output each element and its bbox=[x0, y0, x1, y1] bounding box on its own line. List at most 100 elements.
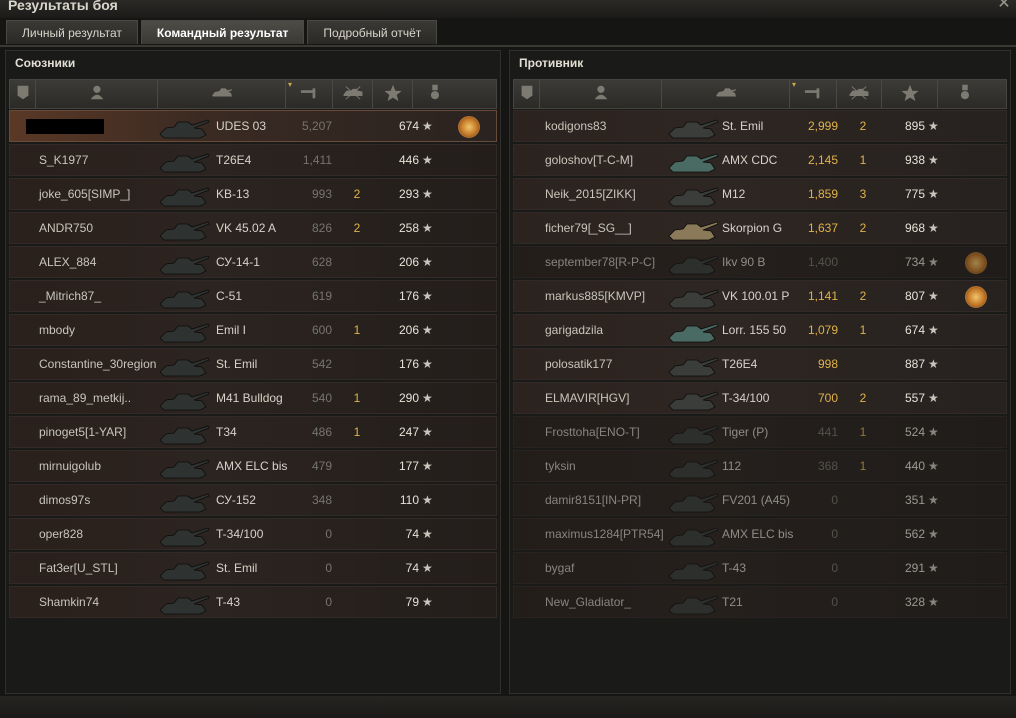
tab-team-result[interactable]: Командный результат bbox=[140, 20, 305, 44]
player-row[interactable]: ALEX_884 СУ-14-1 628 206 ★ bbox=[9, 246, 497, 278]
xp-star-icon: ★ bbox=[422, 561, 433, 575]
player-row[interactable]: Neik_2015[ZIKK] M12 1,859 3 775 ★ bbox=[513, 178, 1007, 210]
player-row[interactable]: dimos97s СУ-152 348 110 ★ bbox=[9, 484, 497, 516]
tank-level-icon bbox=[516, 83, 538, 105]
tank-icon bbox=[156, 420, 210, 446]
tank-name: T26E4 bbox=[216, 153, 252, 167]
xp-value: 734 bbox=[904, 255, 925, 269]
medal-icon[interactable] bbox=[965, 286, 987, 308]
player-row[interactable]: markus885[KMVP] VK 100.01 P 1,141 2 807 ★ bbox=[513, 280, 1007, 312]
damage-value: 0 bbox=[325, 595, 332, 609]
header-xp-star-column[interactable] bbox=[373, 80, 413, 108]
tab-personal-result[interactable]: Личный результат bbox=[6, 20, 138, 44]
player-row[interactable]: _Mitrich87_ С-51 619 176 ★ bbox=[9, 280, 497, 312]
player-row[interactable]: Constantine_30region St. Emil 542 176 ★ bbox=[9, 348, 497, 380]
header-xp-star-column[interactable] bbox=[882, 80, 938, 108]
player-row[interactable]: Fat3er[U_STL] St. Emil 0 74 ★ bbox=[9, 552, 497, 584]
player-row[interactable]: joke_605[SIMP_] KB-13 993 2 293 ★ bbox=[9, 178, 497, 210]
xp-star-icon: ★ bbox=[928, 425, 939, 439]
damage-value: 1,859 bbox=[807, 187, 838, 201]
damage-value: 1,400 bbox=[807, 255, 838, 269]
player-row[interactable]: kodigons83 St. Emil 2,999 2 895 ★ bbox=[513, 110, 1007, 142]
header-player-column[interactable] bbox=[36, 80, 158, 108]
player-row[interactable]: tyksin 112 368 1 440 ★ bbox=[513, 450, 1007, 482]
tank-icon bbox=[156, 454, 210, 480]
tank-name: T34 bbox=[216, 425, 237, 439]
xp-star-icon: ★ bbox=[422, 221, 433, 235]
player-row[interactable]: ANDR750 VK 45.02 A 826 2 258 ★ bbox=[9, 212, 497, 244]
player-name: markus885[KMVP] bbox=[545, 289, 646, 303]
xp-star-icon: ★ bbox=[928, 323, 939, 337]
header-kills-column[interactable] bbox=[333, 80, 373, 108]
damage-value: 2,145 bbox=[807, 153, 838, 167]
player-name: Fat3er[U_STL] bbox=[39, 561, 118, 575]
xp-value: 807 bbox=[904, 289, 925, 303]
tank-name: AMX CDC bbox=[722, 153, 778, 167]
tank-icon bbox=[156, 216, 210, 242]
xp-value: 328 bbox=[904, 595, 925, 609]
header-player-column[interactable] bbox=[540, 80, 662, 108]
kills-icon bbox=[342, 83, 364, 105]
player-row[interactable]: ELMAVIR[HGV] T-34/100 700 2 557 ★ bbox=[513, 382, 1007, 414]
tank-icon bbox=[665, 318, 719, 344]
tab-detailed-report[interactable]: Подробный отчёт bbox=[307, 20, 438, 44]
xp-value: 968 bbox=[904, 221, 925, 235]
player-name: pinoget5[1-YAR] bbox=[39, 425, 127, 439]
player-row[interactable]: mbody Emil I 600 1 206 ★ bbox=[9, 314, 497, 346]
xp-star-icon: ★ bbox=[422, 493, 433, 507]
header-damage-column[interactable]: ▾ bbox=[286, 80, 333, 108]
tank-icon bbox=[156, 182, 210, 208]
tank-icon bbox=[665, 488, 719, 514]
damage-value: 479 bbox=[311, 459, 332, 473]
player-row[interactable]: garigadzila Lorr. 155 50 1,079 1 674 ★ bbox=[513, 314, 1007, 346]
player-row[interactable]: Frosttoha[ENO-T] Tiger (P) 441 1 524 ★ bbox=[513, 416, 1007, 448]
xp-value: 290 bbox=[398, 391, 419, 405]
player-row[interactable]: Shamkin74 T-43 0 79 ★ bbox=[9, 586, 497, 618]
header-kills-column[interactable] bbox=[837, 80, 882, 108]
player-row[interactable]: mirnuigolub AMX ELC bis 479 177 ★ bbox=[9, 450, 497, 482]
player-row[interactable]: New_Gladiator_ T21 0 328 ★ bbox=[513, 586, 1007, 618]
player-row[interactable]: maximus1284[PTR54] AMX ELC bis 0 562 ★ bbox=[513, 518, 1007, 550]
header-tank-level-column[interactable] bbox=[10, 80, 36, 108]
tank-name: СУ-152 bbox=[216, 493, 256, 507]
player-row[interactable]: damir8151[IN-PR] FV201 (A45) 0 351 ★ bbox=[513, 484, 1007, 516]
player-row[interactable]: goloshov[T-C-M] AMX CDC 2,145 1 938 ★ bbox=[513, 144, 1007, 176]
damage-value: 1,079 bbox=[807, 323, 838, 337]
player-row[interactable]: ficher79[_SG__] Skorpion G 1,637 2 968 ★ bbox=[513, 212, 1007, 244]
header-tank-level-column[interactable] bbox=[514, 80, 540, 108]
damage-value: 993 bbox=[311, 187, 332, 201]
medal-icon[interactable] bbox=[965, 252, 987, 274]
tank-name: T-43 bbox=[216, 595, 241, 609]
xp-value: 674 bbox=[904, 323, 925, 337]
header-vehicle-column[interactable] bbox=[158, 80, 286, 108]
medal-icon bbox=[954, 83, 976, 105]
close-icon[interactable]: ✕ bbox=[996, 0, 1012, 12]
medal-icon[interactable] bbox=[458, 116, 480, 138]
xp-value: 562 bbox=[904, 527, 925, 541]
player-row[interactable]: S_K1977 T26E4 1,411 446 ★ bbox=[9, 144, 497, 176]
xp-star-icon: ★ bbox=[928, 187, 939, 201]
xp-value: 524 bbox=[904, 425, 925, 439]
header-vehicle-column[interactable] bbox=[662, 80, 790, 108]
xp-star-icon: ★ bbox=[422, 119, 433, 133]
player-row[interactable]: september78[R-P-C] Ikv 90 B 1,400 734 ★ bbox=[513, 246, 1007, 278]
header-medal-column[interactable] bbox=[413, 80, 457, 108]
player-row[interactable]: polosatik177 T26E4 998 887 ★ bbox=[513, 348, 1007, 380]
right-column-header: ▾ bbox=[513, 79, 1007, 109]
player-name: Neik_2015[ZIKK] bbox=[545, 187, 636, 201]
player-name: dimos97s bbox=[39, 493, 91, 507]
xp-star-icon: ★ bbox=[928, 459, 939, 473]
enemies-title: Противник bbox=[519, 56, 584, 70]
tank-name: KB-13 bbox=[216, 187, 250, 201]
xp-value: 79 bbox=[405, 595, 419, 609]
header-medal-column[interactable] bbox=[938, 80, 991, 108]
tank-icon bbox=[156, 522, 210, 548]
xp-value: 293 bbox=[398, 187, 419, 201]
player-row[interactable]: bygaf T-43 0 291 ★ bbox=[513, 552, 1007, 584]
tank-level-icon bbox=[12, 83, 34, 105]
player-row[interactable]: UDES 03 5,207 674 ★ bbox=[9, 110, 497, 142]
header-damage-column[interactable]: ▾ bbox=[790, 80, 837, 108]
player-row[interactable]: oper828 T-34/100 0 74 ★ bbox=[9, 518, 497, 550]
player-row[interactable]: rama_89_metkij.. M41 Bulldog 540 1 290 ★ bbox=[9, 382, 497, 414]
player-row[interactable]: pinoget5[1-YAR] T34 486 1 247 ★ bbox=[9, 416, 497, 448]
